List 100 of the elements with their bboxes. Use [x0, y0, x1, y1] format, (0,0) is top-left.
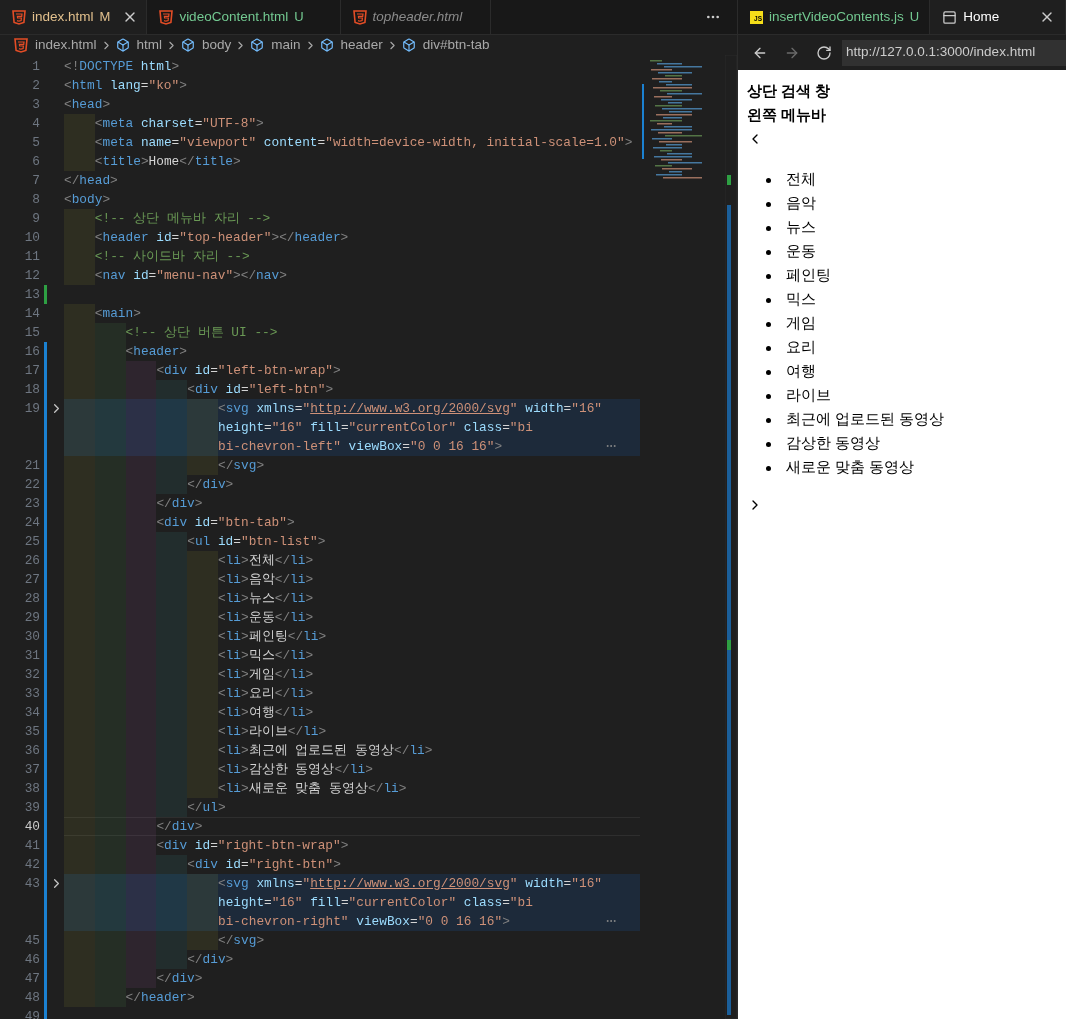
element-cube-icon: [181, 38, 196, 52]
code-line: <li>새로운 맞춤 동영상</li>: [218, 780, 407, 798]
line-number: 5: [31, 134, 40, 152]
code-line: <div id="right-btn">: [187, 856, 341, 874]
tab-label: videoContent.html: [179, 7, 289, 26]
breadcrumb-item[interactable]: html: [136, 34, 163, 56]
list-item: 게임: [786, 314, 816, 334]
list-item: 새로운 맞춤 동영상: [786, 458, 915, 478]
line-number: 12: [23, 267, 40, 285]
line-number: 17: [23, 362, 40, 380]
page-heading: 상단 검색 창: [747, 82, 832, 101]
code-line: <li>감상한 동영상</li>: [218, 761, 373, 779]
code-line: <li>여행</li>: [218, 704, 314, 722]
editor-tab[interactable]: Home: [930, 0, 1066, 34]
list-item: 뉴스: [786, 218, 816, 238]
code-line: <header>: [125, 343, 188, 361]
html-file-icon: [159, 9, 174, 25]
code-line: <li>페인팅</li>: [218, 628, 327, 646]
line-number: 25: [23, 533, 40, 551]
code-line: <ul id="btn-list">: [187, 533, 326, 551]
line-number: 15: [23, 324, 40, 342]
code-line: <title>Home</title>: [94, 153, 241, 171]
list-item: 최근에 업로드된 동영상: [786, 410, 945, 430]
code-line: </div>: [187, 476, 234, 494]
code-line: <li>음악</li>: [218, 571, 314, 589]
line-number: 47: [23, 970, 40, 988]
bullet-icon: [766, 465, 771, 471]
code-line: <div id="left-btn-wrap">: [156, 362, 341, 380]
line-number: 8: [31, 191, 40, 209]
code-line: <div id="right-btn-wrap">: [156, 837, 349, 855]
code-line: <div id="left-btn">: [187, 381, 334, 399]
line-number: 31: [23, 647, 40, 665]
code-line: <li>뉴스</li>: [218, 590, 314, 608]
line-number: 10: [23, 229, 40, 247]
indent-guide: [156, 798, 188, 817]
list-item: 라이브: [786, 386, 831, 406]
indent-guide: [125, 817, 157, 836]
line-number: 21: [23, 457, 40, 475]
html-file-icon: [14, 37, 28, 53]
code-line: <li>믹스</li>: [218, 647, 314, 665]
breadcrumb-item[interactable]: index.html: [35, 34, 97, 56]
bullet-icon: [766, 225, 771, 231]
code-line: </div>: [156, 495, 203, 513]
line-number: 46: [23, 951, 40, 969]
code-line: <meta name="viewport" content="width=device-width, initial-scale=1.0">: [94, 134, 633, 152]
code-line: </div>: [156, 818, 203, 836]
line-number: 34: [23, 704, 40, 722]
code-line: <svg xmlns="http://www.w3.org/2000/svg" width="16" height="16" fill="currentColor" class="bi bi-chevron-left" viewBox="0 0 16 16">: [218, 400, 602, 456]
line-number: 45: [23, 932, 40, 950]
line-number: 42: [23, 856, 40, 874]
code-line: </svg>: [218, 457, 265, 475]
breadcrumb-item[interactable]: header: [340, 34, 383, 56]
indent-guide: [64, 817, 95, 836]
line-number: 38: [23, 780, 40, 798]
scrollbar[interactable]: [725, 55, 737, 1019]
line-number: 33: [23, 685, 40, 703]
line-number: 48: [23, 989, 40, 1007]
bullet-icon: [766, 249, 771, 255]
bullet-icon: [766, 393, 771, 399]
git-status: M: [99, 8, 111, 27]
line-number: 40: [23, 818, 40, 836]
line-number: 11: [23, 248, 40, 266]
indent-guide: [64, 836, 95, 855]
line-number: 26: [23, 552, 40, 570]
line-number: 35: [23, 723, 40, 741]
code-line: </header>: [125, 989, 195, 1007]
line-number: 32: [23, 666, 40, 684]
code-line: </div>: [156, 970, 203, 988]
code-line: <meta charset="UTF-8">: [94, 115, 264, 133]
list-item: 전체: [786, 170, 816, 190]
line-number: 41: [23, 837, 40, 855]
breadcrumb-item[interactable]: body: [202, 34, 232, 56]
code-line: <nav id="menu-nav"></nav>: [94, 267, 287, 285]
bullet-icon: [766, 441, 771, 447]
line-number: 27: [23, 571, 40, 589]
indent-guide: [94, 817, 126, 836]
line-number: 6: [31, 153, 40, 171]
code-line: <!-- 상단 메뉴바 자리 -->: [94, 210, 271, 228]
bullet-icon: [766, 417, 771, 423]
line-number: 13: [23, 286, 40, 304]
editor-tab[interactable]: index.html M: [0, 0, 148, 34]
element-cube-icon: [319, 38, 334, 52]
page-heading: 왼쪽 메뉴바: [747, 106, 828, 125]
code-line: <main>: [94, 305, 141, 323]
line-number: 24: [23, 514, 40, 532]
breadcrumb-item[interactable]: div#btn-tab: [422, 34, 490, 56]
code-line: <body>: [64, 191, 111, 209]
indent-guide: [125, 798, 157, 817]
list-item: 운동: [786, 242, 816, 262]
breadcrumb-item[interactable]: main: [271, 34, 301, 56]
line-number: 14: [23, 305, 40, 323]
list-item: 여행: [786, 362, 816, 382]
url-field[interactable]: http://127.0.0.1:3000/index.html: [842, 39, 1066, 66]
code-line: <!-- 사이드바 자리 -->: [94, 248, 250, 266]
list-item: 감상한 동영상: [786, 434, 881, 454]
bullet-icon: [766, 177, 771, 183]
list-item: 믹스: [786, 290, 816, 310]
line-number: 28: [23, 590, 40, 608]
code-line: <!-- 상단 버튼 UI -->: [125, 324, 278, 342]
bullet-icon: [766, 369, 771, 375]
